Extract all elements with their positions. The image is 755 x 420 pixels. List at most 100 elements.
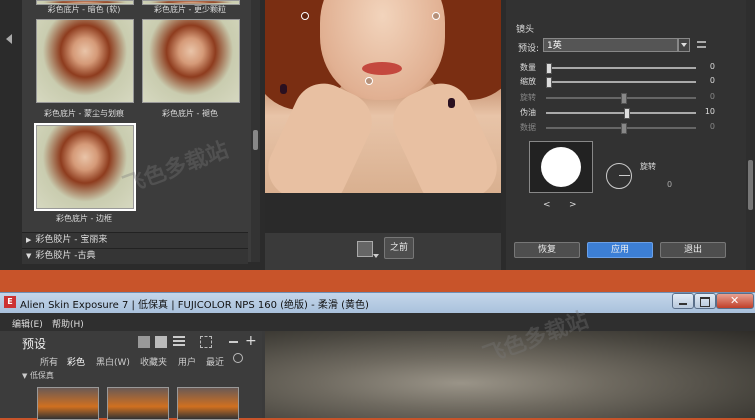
scrollbar-thumb[interactable] <box>748 160 753 210</box>
slider-knob <box>621 123 627 134</box>
preview-footer <box>265 193 501 233</box>
close-icon: ✕ <box>730 294 740 307</box>
menu-edit[interactable]: 编辑(E) <box>12 317 43 330</box>
preset-thumbnail[interactable] <box>177 387 239 420</box>
tab-recent[interactable]: 最近 <box>206 355 224 368</box>
preset-thumbnail[interactable] <box>37 387 99 420</box>
lips-shape <box>362 62 402 75</box>
preset-thumbnail[interactable] <box>107 387 169 420</box>
photo-preview[interactable] <box>265 0 501 193</box>
slider-knob[interactable] <box>624 108 630 119</box>
group-header[interactable]: ▼ 低保真 <box>22 370 258 380</box>
panel-title: 预设 <box>22 337 47 351</box>
menu-help[interactable]: 帮助(H) <box>52 317 84 330</box>
nail-shape <box>448 98 455 108</box>
vignette-handle-icon[interactable] <box>365 77 373 85</box>
slider-amount[interactable]: 数量 0 <box>520 62 715 74</box>
slider-label: 数量 <box>520 63 536 72</box>
search-icon[interactable] <box>233 353 243 363</box>
preset-menu-icon[interactable] <box>697 41 706 48</box>
slider-track[interactable] <box>546 108 696 119</box>
slider-knob[interactable] <box>546 63 552 74</box>
slider-value: 10 <box>704 107 715 116</box>
slider-label: 旋转 <box>520 93 536 102</box>
nail-shape <box>280 84 287 94</box>
category-row[interactable]: ▶ 彩色胶片 - 宝丽来 <box>22 232 248 248</box>
thumbnail-caption: 彩色底片 - 暗色 (软) <box>47 5 121 14</box>
section-title: 镜头 <box>516 25 535 35</box>
preset-scrollbar[interactable] <box>251 0 260 262</box>
next-shape-button[interactable]: > <box>569 200 577 210</box>
slider-knob <box>621 93 627 104</box>
tab-favorites[interactable]: 收藏夹 <box>140 355 167 368</box>
grid-large-view-icon[interactable] <box>138 336 150 348</box>
nav-left-arrow-icon[interactable] <box>6 34 12 44</box>
vignette-handle-icon[interactable] <box>301 12 309 20</box>
dropdown-toggle[interactable] <box>678 38 690 52</box>
apply-button[interactable]: 应用 <box>587 242 653 258</box>
slider-label: 伪油 <box>520 108 536 117</box>
slider-value: 0 <box>709 92 715 101</box>
rotation-dial[interactable] <box>606 163 632 189</box>
collapse-triangle-icon: ▼ <box>22 372 28 380</box>
minimize-button[interactable] <box>672 293 694 309</box>
group-label: 低保真 <box>29 371 54 380</box>
slider-value: 0 <box>709 76 715 85</box>
prev-shape-button[interactable]: < <box>543 200 551 210</box>
category-row[interactable]: ▼ 彩色胶片 -古典 <box>22 248 248 264</box>
chevron-down-icon <box>681 43 687 47</box>
remove-preset-icon[interactable] <box>229 341 238 343</box>
slider-oil[interactable]: 伪油 10 <box>520 107 715 119</box>
close-button[interactable]: ✕ <box>716 293 754 309</box>
tab-user[interactable]: 用户 <box>178 355 196 368</box>
compare-toolbar: 之前 <box>265 233 501 270</box>
grid-small-view-icon[interactable] <box>155 336 167 348</box>
thumbnail-image <box>37 126 133 208</box>
minimize-icon <box>679 303 687 305</box>
slider-track[interactable] <box>546 77 696 88</box>
slider-zoom[interactable]: 缩放 0 <box>520 76 715 88</box>
slider-label: 数据 <box>520 123 536 132</box>
expand-triangle-icon: ▶ <box>26 236 32 244</box>
thumbnail-image <box>37 20 133 102</box>
slider-label: 缩放 <box>520 77 536 86</box>
exit-button[interactable]: 退出 <box>660 242 726 258</box>
maximize-button[interactable] <box>694 293 716 309</box>
slider-track[interactable] <box>546 63 696 74</box>
slider-data: 数据 0 <box>520 122 715 134</box>
preset-thumbnail-selected[interactable] <box>34 123 136 211</box>
tab-bw[interactable]: 黑白(W) <box>96 355 130 368</box>
slider-track <box>546 123 696 134</box>
add-preset-icon[interactable]: + <box>245 334 257 348</box>
window-title: Alien Skin Exposure 7 | 低保真 | FUJICOLOR … <box>20 300 369 311</box>
thumbnail-caption: 彩色底片 - 褪色 <box>162 109 218 118</box>
list-view-icon[interactable] <box>173 336 185 348</box>
before-compare-button[interactable]: 之前 <box>384 237 414 259</box>
slider-value: 0 <box>709 62 715 71</box>
circle-shape-icon <box>541 147 581 187</box>
view-mode-button[interactable] <box>357 241 373 257</box>
preset-thumbnail[interactable] <box>36 19 134 103</box>
thumbnail-caption: 彩色底片 - 边框 <box>56 214 112 223</box>
settings-scrollbar[interactable] <box>746 0 755 270</box>
preset-dropdown[interactable]: 1英 <box>543 38 678 52</box>
reset-button[interactable]: 恢复 <box>514 242 580 258</box>
menu-bar <box>0 313 755 331</box>
tab-color[interactable]: 彩色 <box>67 355 85 368</box>
slider-knob[interactable] <box>546 77 552 88</box>
category-label: 彩色胶片 - 宝丽来 <box>35 235 108 245</box>
preset-label: 预设: <box>518 44 540 54</box>
maximize-icon <box>700 297 710 307</box>
category-label: 彩色胶片 -古典 <box>35 251 96 261</box>
vignette-handle-icon[interactable] <box>432 12 440 20</box>
thumbnail-image <box>143 20 239 102</box>
thumbnail-caption: 彩色底片 - 蒙尘与划痕 <box>44 109 124 118</box>
tab-all[interactable]: 所有 <box>40 355 58 368</box>
slider-rotate: 旋转 0 <box>520 92 715 104</box>
left-nav-strip <box>0 0 20 270</box>
dial-indicator-icon <box>619 175 630 176</box>
preset-thumbnail[interactable] <box>142 19 240 103</box>
collapse-view-icon[interactable] <box>200 336 212 348</box>
scrollbar-thumb[interactable] <box>253 130 258 150</box>
chevron-down-icon[interactable] <box>373 254 379 258</box>
